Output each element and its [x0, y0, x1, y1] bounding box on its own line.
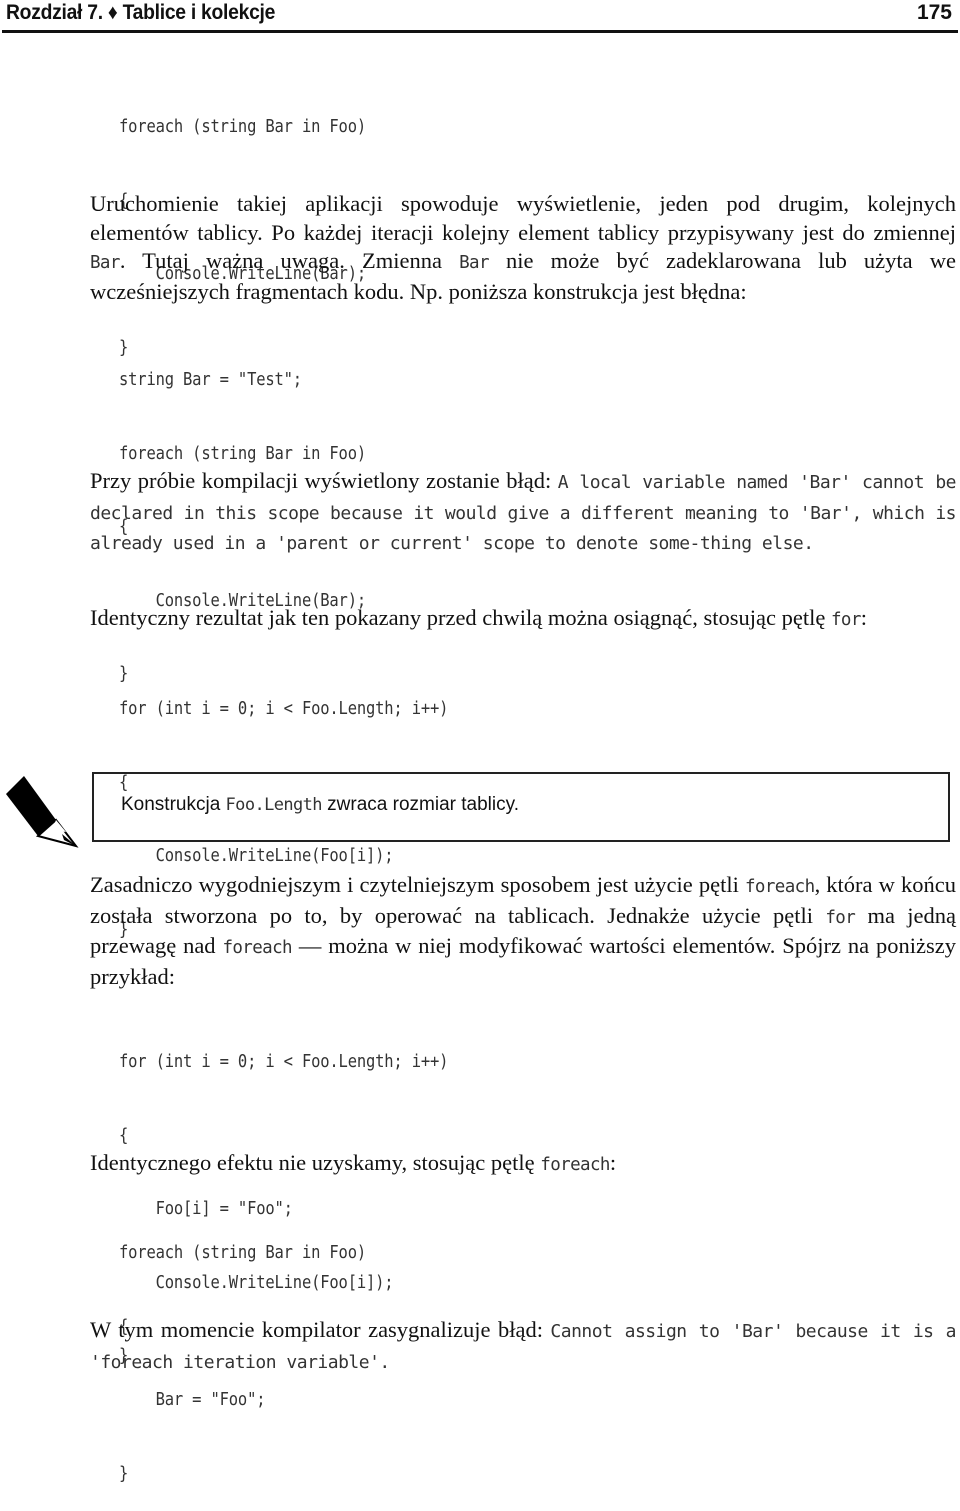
- code-line: }: [119, 1462, 129, 1484]
- header-divider: [2, 30, 958, 33]
- inline-code: Foo.Length: [225, 795, 323, 815]
- text: :: [609, 1150, 617, 1175]
- chapter-title: Rozdział 7. ♦ Tablice i kolekcje: [6, 1, 276, 24]
- paragraph-1: Uruchomienie takiej aplikacji spowoduje …: [90, 190, 956, 306]
- text: Przy próbie kompilacji wyświetlony zosta…: [90, 468, 558, 493]
- code-line: Bar = "Foo";: [119, 1389, 266, 1410]
- code-line: {: [119, 1124, 129, 1146]
- text: Identyczny rezultat jak ten pokazany prz…: [90, 605, 831, 630]
- page-header: Rozdział 7. ♦ Tablice i kolekcje 175: [0, 0, 960, 33]
- pencil-icon: [6, 776, 79, 848]
- text: Konstrukcja: [121, 794, 226, 815]
- text: Identycznego efektu nie uzyskamy, stosuj…: [90, 1150, 541, 1175]
- code-line: string Bar = "Test";: [119, 369, 302, 390]
- note-text: Konstrukcja Foo.Length zwraca rozmiar ta…: [121, 791, 519, 819]
- paragraph-4: Zasadniczo wygodniejszym i czytelniejszy…: [90, 871, 956, 991]
- inline-code: Bar: [459, 253, 489, 273]
- inline-code: foreach: [745, 877, 815, 897]
- text: W tym momencie kompilator zasygnalizuje …: [90, 1317, 551, 1342]
- paragraph-5: Identycznego efektu nie uzyskamy, stosuj…: [90, 1149, 956, 1180]
- inline-code: foreach: [222, 938, 292, 958]
- code-line: for (int i = 0; i < Foo.Length; i++): [119, 1051, 449, 1072]
- inline-code: for: [825, 907, 856, 928]
- page-number: 175: [916, 1, 952, 24]
- code-line: Console.WriteLine(Foo[i]);: [119, 845, 394, 866]
- note-box: Konstrukcja Foo.Length zwraca rozmiar ta…: [92, 772, 950, 842]
- inline-code: Bar: [90, 253, 120, 273]
- code-line: foreach (string Bar in Foo): [119, 116, 366, 137]
- code-line: foreach (string Bar in Foo): [119, 442, 366, 464]
- code-line: foreach (string Bar in Foo): [119, 1242, 366, 1263]
- code-line: for (int i = 0; i < Foo.Length; i++): [119, 698, 449, 719]
- text: zwraca rozmiar tablicy.: [321, 794, 519, 815]
- inline-code: for: [830, 610, 861, 630]
- paragraph-2: Przy próbie kompilacji wyświetlony zosta…: [90, 467, 957, 559]
- text: :: [860, 605, 868, 630]
- paragraph-3: Identyczny rezultat jak ten pokazany prz…: [90, 604, 956, 635]
- inline-code: foreach: [540, 1155, 610, 1175]
- text: . Tutaj ważna uwaga. Zmienna: [119, 248, 460, 273]
- text: Uruchomienie takiej aplikacji spowoduje …: [90, 191, 956, 245]
- text: Zasadniczo wygodniejszym i czytelniejszy…: [90, 872, 745, 897]
